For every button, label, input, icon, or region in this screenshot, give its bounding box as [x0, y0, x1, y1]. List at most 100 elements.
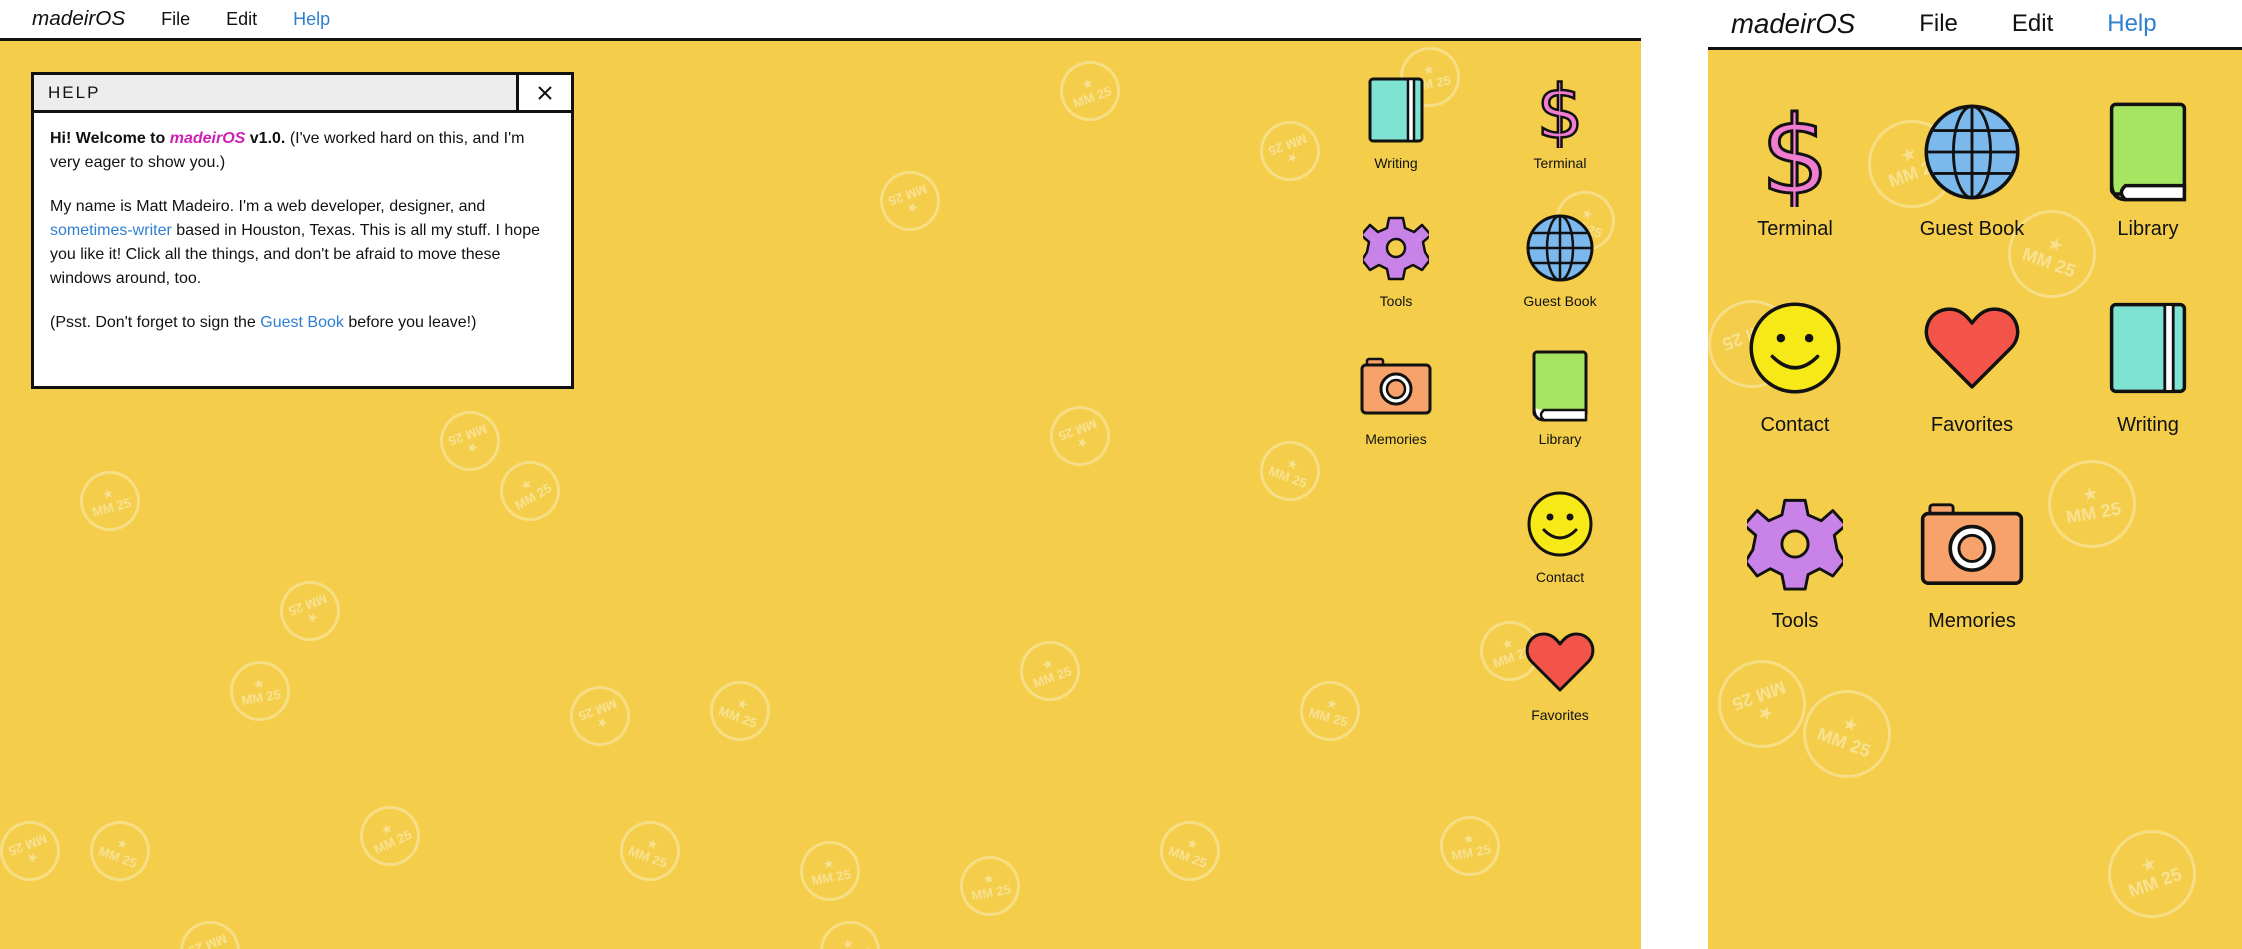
version-text: v1.0.	[249, 130, 286, 147]
wallpaper-stamp: ★MM 25	[1151, 812, 1229, 890]
wallpaper-stamp: ★MM 25	[271, 572, 349, 650]
icon-label: Favorites	[1531, 707, 1589, 723]
window-titlebar[interactable]: HELP	[34, 75, 571, 113]
svg-text:$: $	[1536, 72, 1583, 148]
menu-edit[interactable]: Edit	[2012, 10, 2053, 38]
window-title: HELP	[48, 82, 101, 102]
icon-label: Contact	[1535, 569, 1585, 585]
wallpaper-stamp: ★MM 25	[350, 796, 430, 876]
mobile-icon-library[interactable]: Library	[2063, 92, 2233, 241]
notebook-icon	[2109, 302, 2187, 394]
wallpaper-stamp: ★MM 25	[0, 812, 69, 890]
wallpaper-stamp: ★MM 25	[225, 656, 295, 726]
wallpaper-stamp: ★MM 25	[1251, 112, 1329, 190]
camera-icon	[1920, 503, 2024, 586]
smiley-icon	[1749, 302, 1841, 394]
dollar-icon: $	[1760, 97, 1830, 207]
wallpaper-stamp: ★MM 25	[701, 672, 779, 750]
wallpaper-stamp: ★MM 25	[813, 914, 887, 949]
icon-label: Tools	[1379, 293, 1413, 309]
gear-icon	[1363, 216, 1429, 281]
desktop-icon-contact[interactable]: Contact	[1500, 484, 1620, 585]
wallpaper-stamp: ★MM 25	[1293, 674, 1367, 748]
notebook-icon	[1368, 77, 1424, 143]
globe-icon	[1526, 214, 1594, 282]
desktop-icon-writing[interactable]: Writing	[1336, 70, 1456, 171]
menubar: madeirOS File Edit Help	[1708, 0, 2242, 50]
book-icon	[1532, 350, 1588, 422]
wallpaper-stamp: ★MM 25	[611, 812, 689, 890]
desktop-icon-favorites[interactable]: Favorites	[1500, 622, 1620, 723]
icon-label: Guest Book	[1523, 293, 1597, 309]
mobile-icon-contact[interactable]: Contact	[1710, 288, 1880, 437]
menu-edit[interactable]: Edit	[226, 9, 257, 30]
brand-logo[interactable]: madeirOS	[32, 7, 125, 31]
help-paragraph-3: (Psst. Don't forget to sign the Guest Bo…	[50, 311, 555, 335]
icon-label: Tools	[1771, 610, 1819, 632]
dollar-icon: $	[1535, 72, 1585, 148]
wallpaper-stamp: ★MM 25	[1708, 647, 1819, 761]
mobile-icon-tools[interactable]: Tools	[1710, 484, 1880, 633]
icon-label: Memories	[1365, 431, 1427, 447]
icon-label: Contact	[1760, 414, 1830, 436]
gear-icon	[1747, 498, 1843, 591]
camera-icon	[1360, 357, 1432, 415]
wallpaper-stamp: ★MM 25	[1435, 811, 1505, 881]
icon-label: Writing	[2117, 414, 2179, 436]
icon-label: Guest Book	[1919, 218, 2025, 240]
desktop-icon-guestbook[interactable]: Guest Book	[1500, 208, 1620, 309]
mobile-icon-memories[interactable]: Memories	[1887, 484, 2057, 633]
mobile-icon-guestbook[interactable]: Guest Book	[1887, 92, 2057, 241]
wallpaper-stamp: ★MM 25	[431, 402, 509, 480]
icon-label: Library	[2117, 218, 2179, 240]
menu-help[interactable]: Help	[2107, 10, 2156, 38]
icon-label: Terminal	[1533, 155, 1587, 171]
wallpaper-stamp: ★MM 25	[171, 912, 249, 949]
desktop-icon-tools[interactable]: Tools	[1336, 208, 1456, 309]
wallpaper-stamp: ★MM 25	[955, 851, 1025, 921]
wallpaper-stamp: ★MM 25	[2095, 817, 2209, 931]
icon-label: Library	[1538, 431, 1582, 447]
menubar: madeirOS File Edit Help	[0, 0, 1641, 41]
about-text-start: My name is Matt Madeiro. I'm a web devel…	[50, 198, 486, 215]
psst-text-start: (Psst. Don't forget to sign the	[50, 314, 256, 331]
icon-label: Favorites	[1930, 414, 2014, 436]
welcome-text: Hi! Welcome to	[50, 130, 166, 147]
menu-help[interactable]: Help	[293, 9, 330, 30]
book-icon	[2109, 102, 2187, 202]
wallpaper-stamp: ★MM 25	[561, 677, 639, 755]
brand-name: madeirOS	[169, 130, 246, 147]
mobile-icon-writing[interactable]: Writing	[2063, 288, 2233, 437]
desktop-icon-library[interactable]: Library	[1500, 346, 1620, 447]
menu-file[interactable]: File	[161, 9, 190, 30]
close-button[interactable]	[516, 75, 571, 110]
svg-text:$: $	[1761, 97, 1830, 207]
desktop-icon-memories[interactable]: Memories	[1336, 346, 1456, 447]
wallpaper-stamp: ★MM 25	[1251, 432, 1329, 510]
heart-icon	[1525, 632, 1595, 692]
globe-icon	[1924, 104, 2020, 200]
mobile-icon-favorites[interactable]: Favorites	[1887, 288, 2057, 437]
menu-file[interactable]: File	[1919, 10, 1958, 38]
smiley-icon	[1527, 491, 1593, 557]
psst-text-end: before you leave!)	[348, 314, 477, 331]
help-paragraph-2: My name is Matt Madeiro. I'm a web devel…	[50, 195, 555, 291]
help-paragraph-1: Hi! Welcome to madeirOS v1.0. (I've work…	[50, 127, 555, 175]
brand-logo[interactable]: madeirOS	[1731, 8, 1855, 40]
wallpaper-stamp: ★MM 25	[81, 812, 159, 890]
wallpaper-stamp: ★MM 25	[795, 836, 865, 906]
guest-book-link[interactable]: Guest Book	[260, 314, 344, 331]
close-icon	[538, 85, 552, 100]
wallpaper-stamp: ★MM 25	[1041, 397, 1119, 475]
wallpaper-stamp: ★MM 25	[1051, 52, 1129, 130]
mobile-icon-terminal[interactable]: $ Terminal	[1710, 92, 1880, 241]
sometimes-writer-link[interactable]: sometimes-writer	[50, 222, 172, 239]
help-window[interactable]: HELP Hi! Welcome to madeirOS v1.0. (I've…	[31, 72, 574, 389]
wallpaper-stamp: ★MM 25	[871, 162, 949, 240]
wallpaper-stamp: ★MM 25	[1011, 632, 1089, 710]
desktop-icon-terminal[interactable]: $ Terminal	[1500, 70, 1620, 171]
icon-label: Memories	[1928, 610, 2016, 632]
icon-label: Terminal	[1757, 218, 1833, 240]
wallpaper-stamp: ★MM 25	[1790, 677, 1904, 791]
window-body: Hi! Welcome to madeirOS v1.0. (I've work…	[34, 113, 571, 335]
